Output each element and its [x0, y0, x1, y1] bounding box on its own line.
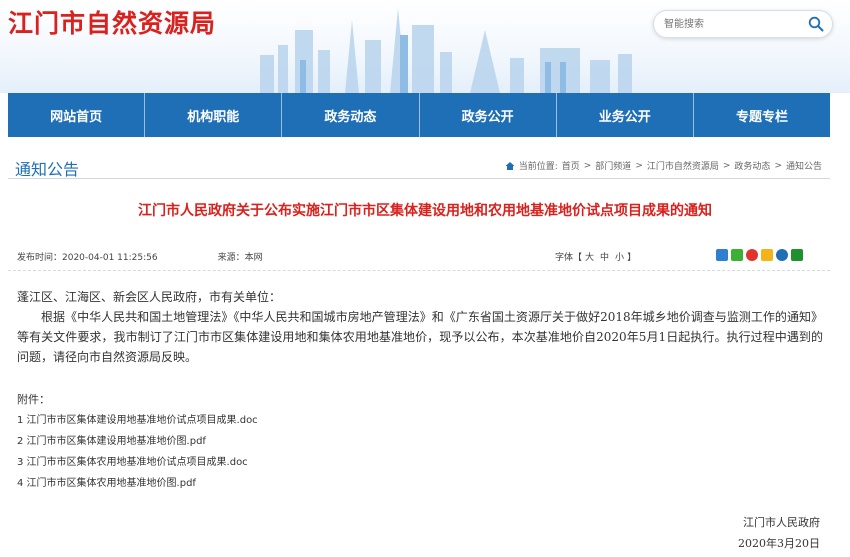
font-size-medium[interactable]: 中	[600, 253, 609, 263]
nav-item-news[interactable]: 政务动态	[282, 93, 420, 137]
breadcrumb-news[interactable]: 政务动态	[734, 159, 770, 172]
qzone-icon[interactable]	[761, 249, 773, 261]
article-source: 来源：本网	[217, 253, 263, 263]
breadcrumb: 当前位置: 首页 > 部门频道 > 江门市自然资源局 > 政务动态 > 通知公告	[505, 159, 822, 172]
publish-time: 发布时间：2020-04-01 11:25:56	[17, 253, 158, 263]
breadcrumb-department[interactable]: 部门频道	[595, 159, 631, 172]
breadcrumb-notices[interactable]: 通知公告	[786, 159, 822, 172]
signature-date: 2020年3月20日	[738, 537, 820, 550]
wechat-icon[interactable]	[731, 249, 743, 261]
weibo-icon[interactable]	[746, 249, 758, 261]
section-title: 通知公告	[15, 160, 80, 179]
site-title[interactable]: 江门市自然资源局	[8, 4, 216, 40]
breadcrumb-prefix: 当前位置:	[518, 162, 558, 172]
article-paragraph: 根据《中华人民共和国土地管理法》《中华人民共和国城市房地产管理法》和《广东省国土…	[17, 310, 823, 364]
main-nav: 网站首页 机构职能 政务动态 政务公开 业务公开 专题专栏	[8, 93, 830, 137]
header-banner: 江门市自然资源局	[0, 0, 850, 93]
font-size-switcher: 字体【大中小】	[555, 250, 636, 263]
attachments-label: 附件：	[17, 393, 50, 406]
share-plus-icon[interactable]	[716, 249, 728, 261]
nav-item-home[interactable]: 网站首页	[8, 93, 146, 137]
city-skyline-illustration	[260, 8, 632, 93]
share-bar	[716, 249, 803, 261]
breadcrumb-home[interactable]: 首页	[562, 159, 580, 172]
breadcrumb-separator: >	[583, 160, 592, 171]
nav-item-public-affairs[interactable]: 政务公开	[420, 93, 557, 137]
signature: 江门市人民政府	[743, 516, 820, 529]
font-size-large[interactable]: 大	[585, 253, 594, 263]
attachment-link[interactable]: 2 江门市市区集体建设用地基准地价图.pdf	[17, 432, 206, 447]
search-box	[653, 10, 833, 38]
nav-item-topics[interactable]: 专题专栏	[694, 93, 830, 137]
home-icon	[505, 161, 515, 170]
search-icon[interactable]	[808, 16, 824, 32]
article-greeting: 蓬江区、江海区、新会区人民政府，市有关单位：	[17, 290, 282, 304]
font-size-label-end: 】	[627, 253, 637, 263]
attachment-link[interactable]: 1 江门市市区集体建设用地基准地价试点项目成果.doc	[17, 411, 258, 426]
breadcrumb-separator: >	[774, 160, 782, 171]
nav-item-business[interactable]: 业务公开	[557, 93, 694, 137]
attachment-link[interactable]: 3 江门市市区集体农用地基准地价试点项目成果.doc	[17, 453, 248, 468]
breadcrumb-separator: >	[635, 160, 643, 171]
douban-icon[interactable]	[791, 249, 803, 261]
breadcrumb-bureau[interactable]: 江门市自然资源局	[647, 159, 719, 172]
font-size-label: 字体【	[555, 253, 583, 263]
section-divider	[8, 178, 830, 179]
search-input[interactable]	[664, 16, 794, 32]
article-title: 江门市人民政府关于公布实施江门市市区集体建设用地和农用地基准地价试点项目成果的通…	[138, 203, 712, 219]
font-size-small[interactable]: 小	[615, 253, 624, 263]
breadcrumb-separator: >	[722, 160, 731, 171]
renren-icon[interactable]	[776, 249, 788, 261]
attachment-link[interactable]: 4 江门市市区集体农用地基准地价图.pdf	[17, 474, 196, 489]
article-meta: 发布时间：2020-04-01 11:25:56 来源：本网	[17, 250, 263, 263]
meta-divider	[8, 270, 830, 272]
nav-item-functions[interactable]: 机构职能	[145, 93, 283, 137]
article-body: 蓬江区、江海区、新会区人民政府，市有关单位： 根据《中华人民共和国土地管理法》《…	[17, 287, 823, 367]
